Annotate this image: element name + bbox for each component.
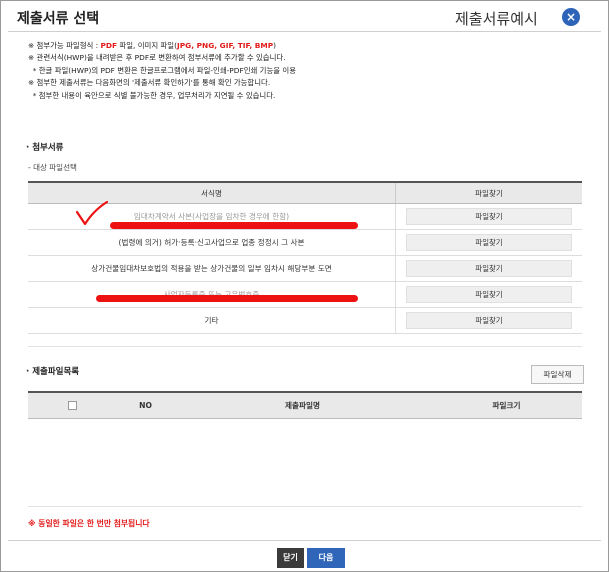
notice-line-2: ※ 관련서식(HWP)을 내려받은 후 PDF로 변환하여 첨부서류에 추가할 … [28, 53, 286, 63]
find-file-button[interactable]: 파일찾기 [406, 260, 572, 277]
row-name: 기타 [28, 307, 396, 334]
notice-line-1: ※ 첨부가능 파일형식 : PDF 파일, 이미지 파일(JPG, PNG, G… [28, 41, 277, 50]
column-header-filename: 제출파일명 [174, 391, 431, 419]
row-name: 상가건물임대차보호법의 적용을 받는 상가건물의 일부 임차시 해당부분 도면 [28, 255, 396, 282]
row-name: (법령에 의거) 허가·등록·신고사업으로 업종 정정시 그 사본 [28, 229, 396, 256]
section-divider [28, 346, 582, 347]
table-row: (법령에 의거) 허가·등록·신고사업으로 업종 정정시 그 사본 파일찾기 [28, 229, 582, 256]
dialog-title: 제출서류 선택 [17, 11, 100, 27]
column-header-size: 파일크기 [431, 391, 582, 419]
duplicate-warning: ※ 동일한 파일은 한 번만 첨부됩니다 [28, 519, 150, 528]
notice-line-3: * 한글 파일(HWP)의 PDF 변환은 한글프로그램에서 파일-인쇄-PDF… [28, 65, 296, 75]
notice-line-5: * 첨부한 내용이 육안으로 식별 불가능한 경우, 업무처리가 지연될 수 있… [28, 90, 276, 100]
table-row: 상가건물임대차보호법의 적용을 받는 상가건물의 일부 임차시 해당부분 도면 … [28, 255, 582, 282]
notice-line-4: ※ 첨부한 제출서류는 다음화면의 '제출서류 확인하기'를 통해 확인 가능합… [28, 78, 271, 88]
submit-section-title: · 제출파일목록 [26, 367, 80, 377]
find-file-button[interactable]: 파일찾기 [406, 234, 572, 251]
list-bottom-divider [28, 506, 582, 507]
notice-block: ※ 첨부가능 파일형식 : PDF 파일, 이미지 파일(JPG, PNG, G… [28, 40, 296, 102]
header-divider [8, 31, 601, 32]
close-icon[interactable]: × [562, 8, 580, 26]
delete-file-button[interactable]: 파일삭제 [531, 365, 584, 384]
column-header-no: NO [117, 391, 174, 419]
submit-file-table: NO 제출파일명 파일크기 [28, 391, 582, 419]
footer-divider [8, 540, 601, 541]
select-all-checkbox[interactable] [68, 401, 77, 411]
attach-section-subtitle: - 대상 파일선택 [28, 163, 77, 172]
attach-table: 서식명 파일찾기 임대차계약서 사본(사업장을 임차한 경우에 한함) 파일찾기… [28, 181, 582, 334]
find-file-button[interactable]: 파일찾기 [406, 312, 572, 329]
attach-section-title: · 첨부서류 [26, 143, 64, 153]
find-file-button[interactable]: 파일찾기 [406, 208, 572, 225]
underline-annotation [110, 222, 358, 229]
column-header-find: 파일찾기 [395, 181, 582, 204]
example-link[interactable]: 제출서류예시 [455, 8, 538, 29]
underline-annotation [96, 295, 358, 302]
close-button[interactable]: 닫기 [277, 548, 304, 568]
find-file-button[interactable]: 파일찾기 [406, 286, 572, 303]
next-button[interactable]: 다음 [307, 548, 345, 568]
checkmark-annotation-icon [75, 200, 109, 226]
table-row: 기타 파일찾기 [28, 307, 582, 334]
